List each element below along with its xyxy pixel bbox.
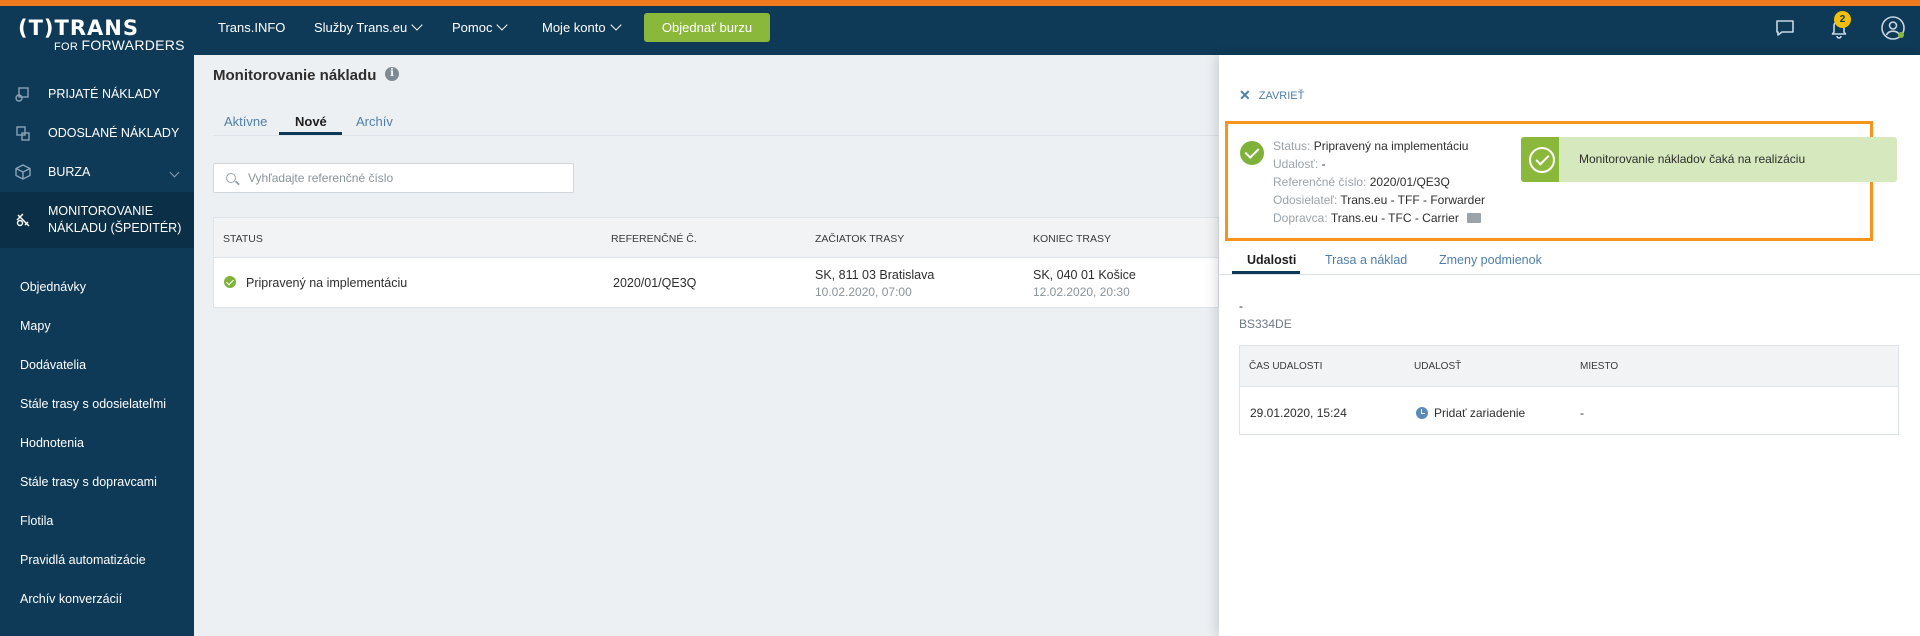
boxes-out-icon [16,126,30,141]
sidebar-item-conversation-archive[interactable]: Archív konverzácií [20,592,122,606]
event-time: 29.01.2020, 15:24 [1250,406,1347,420]
sender-line: Odosielateľ: Trans.eu - TFF - Forwarder [1273,193,1486,207]
comment-icon[interactable] [1466,213,1481,223]
boxes-in-icon [15,87,29,102]
check-circle-icon [1529,147,1555,173]
search-icon [226,173,236,183]
row-route-start: SK, 811 03 Bratislava 10.02.2020, 07:00 [815,268,935,299]
row-route-end: SK, 040 01 Košice 12.02.2020, 20:30 [1033,268,1136,299]
chevron-down-icon [411,19,423,31]
sidebar-item-sent[interactable]: ODOSLANÉ NÁKLADY [0,114,194,152]
nav-moje-konto[interactable]: Moje konto [542,19,622,35]
vehicle-plate: BS334DE [1239,317,1292,331]
nav-trans-info[interactable]: Trans.INFO [218,20,285,35]
logo-sub: FOR FORWARDERS [54,37,185,53]
order-exchange-button[interactable]: Objednať burzu [644,13,770,42]
sidebar-item-automation-rules[interactable]: Pravidlá automatizácie [20,553,146,567]
status-line: Status: Pripravený na implementáciu [1273,139,1469,153]
detail-panel: ✕ ZAVRIEŤ Status: Pripravený na implemen… [1219,55,1920,636]
satellite-icon [16,213,30,227]
row-reference: 2020/01/QE3Q [613,276,697,290]
active-tab-indicator [279,132,342,135]
chat-icon[interactable] [1772,15,1798,41]
event-name: Pridať zariadenie [1434,406,1526,420]
sidebar-item-burza[interactable]: BURZA [0,153,194,191]
col-status[interactable]: STATUS [223,233,263,245]
table-header: STATUS REFERENČNÉ Č. ZAČIATOK TRASY KONI… [214,218,1218,258]
chevron-down-icon [169,167,180,177]
active-tab-indicator [1232,271,1300,274]
user-icon[interactable] [1880,15,1906,41]
check-circle-icon [1240,141,1264,165]
clock-icon [1416,407,1428,419]
notification-badge: 2 [1834,11,1851,28]
banner-text: Monitorovanie nákladov čaká na realizáci… [1579,152,1806,166]
row-status: Pripravený na implementáciu [246,276,408,290]
sidebar-item-fleet[interactable]: Flotila [20,514,53,528]
top-bar: (T)TRANS FOR FORWARDERS Trans.INFO Služb… [0,0,1920,55]
monitoring-pending-banner: Monitorovanie nákladov čaká na realizáci… [1521,137,1897,182]
logo[interactable]: (T)TRANS FOR FORWARDERS [0,6,194,55]
nav-pomoc[interactable]: Pomoc [452,19,509,35]
tab-condition-changes[interactable]: Zmeny podmienok [1439,253,1542,267]
sidebar-item-monitoring[interactable]: MONITOROVANIE NÁKLADU (ŠPEDITÉR) [0,192,194,248]
events-table-header: ČAS UDALOSTI UDALOSŤ MIESTO [1240,346,1898,387]
tab-route-cargo[interactable]: Trasa a náklad [1325,253,1407,267]
col-event: UDALOSŤ [1414,361,1462,372]
sidebar-item-received[interactable]: PRIJATÉ NÁKLADY [0,75,194,113]
col-route-end[interactable]: KONIEC TRASY [1033,233,1111,245]
chevron-down-icon [609,19,622,31]
close-icon: ✕ [1239,87,1251,103]
tab-events[interactable]: Udalosti [1247,253,1296,267]
search-input[interactable] [246,164,566,192]
sidebar-item-orders[interactable]: Objednávky [20,280,86,294]
tabs-divider [213,135,1219,136]
sidebar-item-suppliers[interactable]: Dodávatelia [20,358,86,372]
sidebar-item-routes-carriers[interactable]: Stále trasy s dopravcami [20,475,157,489]
reference-line: Referenčné číslo: 2020/01/QE3Q [1273,175,1450,189]
tab-new[interactable]: Nové [295,114,327,129]
shipments-table: STATUS REFERENČNÉ Č. ZAČIATOK TRASY KONI… [213,217,1219,308]
device-dash: - [1239,299,1243,313]
cube-icon [15,164,31,180]
tab-archive[interactable]: Archív [356,114,393,129]
carrier-line: Dopravca: Trans.eu - TFC - Carrier [1273,211,1481,225]
sidebar-item-monitoring-label: MONITOROVANIE NÁKLADU (ŠPEDITÉR) [48,204,182,235]
info-icon[interactable]: i [385,67,399,81]
col-event-time: ČAS UDALOSTI [1249,361,1323,372]
check-circle-icon [224,276,236,288]
col-reference[interactable]: REFERENČNÉ Č. [611,233,697,245]
sidebar: PRIJATÉ NÁKLADY ODOSLANÉ NÁKLADY BURZA M… [0,55,194,636]
tab-active[interactable]: Aktívne [224,114,267,129]
table-row[interactable]: Pripravený na implementáciu 2020/01/QE3Q… [214,259,1218,308]
chevron-down-icon [496,19,509,31]
col-route-start[interactable]: ZAČIATOK TRASY [815,233,904,245]
sidebar-item-ratings[interactable]: Hodnotenia [20,436,84,450]
col-place: MIESTO [1580,361,1619,372]
page-title: Monitorovanie nákladu [213,67,377,84]
events-table: ČAS UDALOSTI UDALOSŤ MIESTO 29.01.2020, … [1239,345,1899,435]
event-place: - [1580,406,1584,420]
search-box [213,163,574,193]
nav-sluzby[interactable]: Služby Trans.eu [314,19,423,35]
sidebar-item-routes-senders[interactable]: Stále trasy s odosielateľmi [20,397,166,411]
panel-tabs-divider [1219,274,1920,275]
event-line: Udalosť: - [1273,157,1326,171]
sidebar-item-maps[interactable]: Mapy [20,319,51,333]
close-button[interactable]: ✕ ZAVRIEŤ [1239,87,1304,104]
